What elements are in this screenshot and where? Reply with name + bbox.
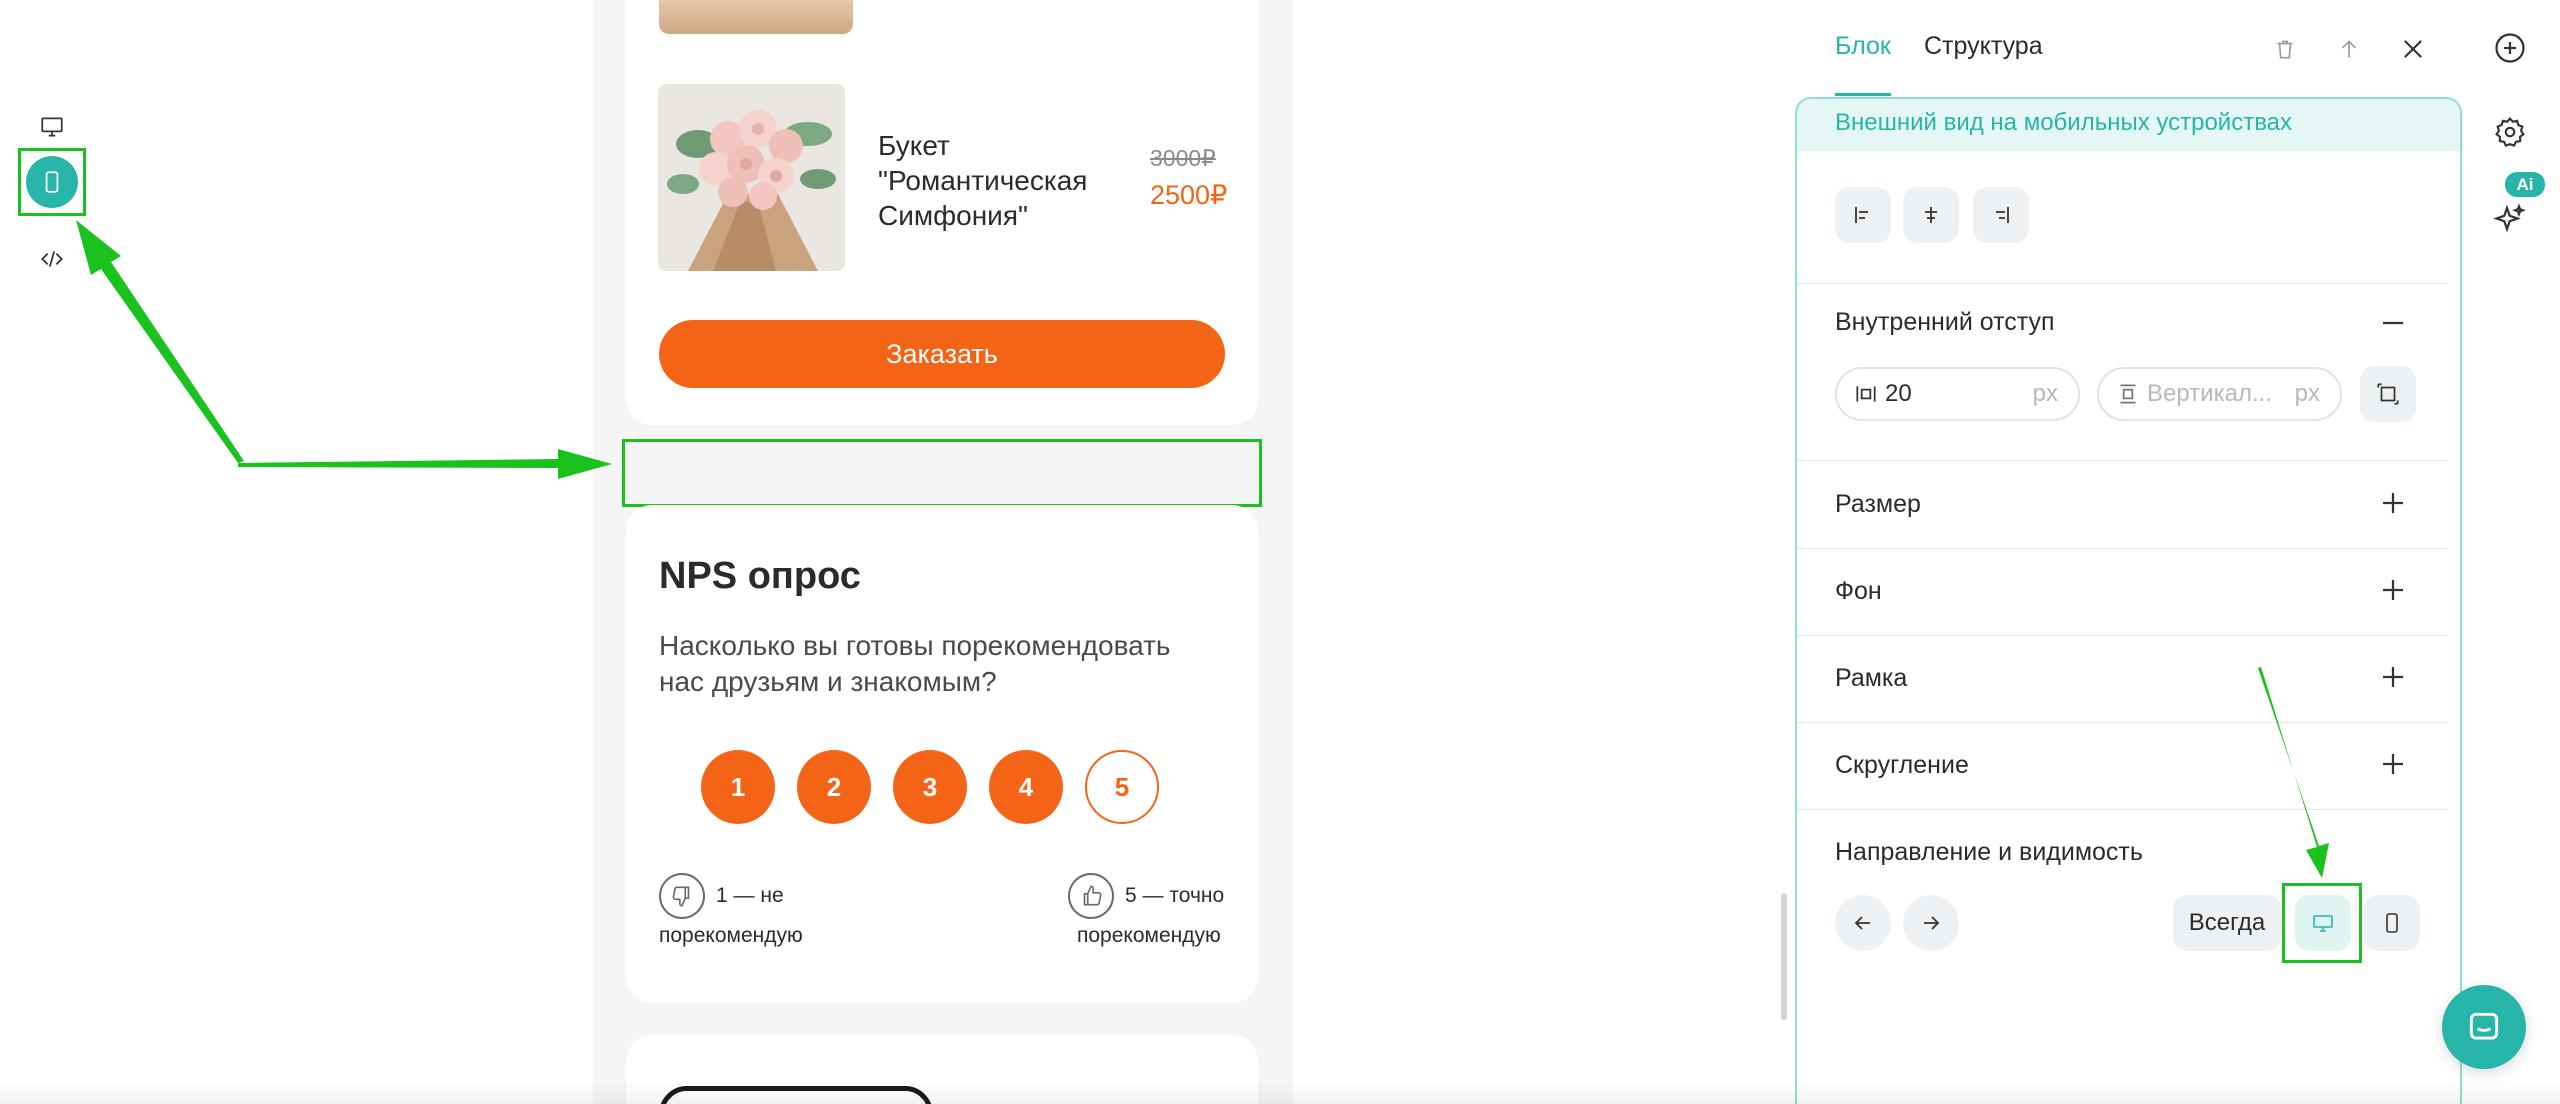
vertical-padding-input[interactable]: Вертикал... px: [2097, 367, 2342, 421]
delete-button[interactable]: [2268, 32, 2302, 66]
vertical-padding-placeholder: Вертикал...: [2147, 380, 2272, 407]
arrow-up-icon: [2341, 40, 2357, 58]
arrow-right-icon: [1924, 916, 1940, 930]
section-size[interactable]: Размер: [1835, 490, 1921, 519]
high-score-label: 5 — точно: [1125, 884, 1225, 907]
direction-right-button[interactable]: [1903, 895, 1959, 951]
plus-icon[interactable]: [2378, 488, 2408, 518]
direction-visibility-label: Направление и видимость: [1835, 838, 2143, 866]
close-panel-button[interactable]: [2396, 32, 2430, 66]
divider: [1797, 548, 2447, 549]
collapse-icon[interactable]: [2378, 308, 2408, 338]
thumbs-down-icon: [659, 873, 705, 919]
visibility-always-button[interactable]: Всегда: [2173, 895, 2281, 951]
align-right-icon: [1996, 207, 2009, 223]
add-block-button[interactable]: [2488, 26, 2532, 70]
nps-score-1[interactable]: 1: [701, 750, 775, 824]
thumbs-up-icon: [1068, 873, 1114, 919]
tab-block[interactable]: Блок: [1835, 32, 1891, 61]
section-background[interactable]: Фон: [1835, 577, 1882, 606]
panel-scrollbar[interactable]: [1781, 893, 1787, 1020]
arrow-to-spacer-block: [238, 449, 612, 479]
padding-mode-button[interactable]: [2360, 366, 2416, 422]
chat-icon: [2469, 1012, 2499, 1040]
nps-score-2[interactable]: 2: [797, 750, 871, 824]
trash-icon: [2277, 40, 2293, 59]
desktop-view-button[interactable]: [31, 106, 73, 148]
nps-title: NPS опрос: [659, 555, 861, 597]
plus-icon[interactable]: [2378, 575, 2408, 605]
active-tab-indicator: [1835, 93, 1891, 96]
align-right-button[interactable]: [1973, 187, 2029, 243]
direction-left-button[interactable]: [1835, 895, 1891, 951]
arrow-to-mobile-view: [76, 220, 244, 463]
close-icon: [2404, 40, 2422, 58]
bouquet-image: [658, 84, 845, 271]
nps-score-4[interactable]: 4: [989, 750, 1063, 824]
align-center-button[interactable]: [1903, 187, 1959, 243]
horizontal-padding-value: 20: [1885, 380, 1912, 407]
divider: [1797, 809, 2447, 810]
ai-badge: Ai: [2505, 172, 2545, 197]
inner-padding-label: Внутренний отступ: [1835, 308, 2055, 336]
bottom-shade: [0, 1080, 2560, 1104]
divider: [1797, 460, 2447, 461]
mobile-view-highlight: [18, 148, 86, 216]
add-circle-icon: [2495, 33, 2525, 63]
align-center-icon: [1925, 207, 1937, 223]
horizontal-padding-input[interactable]: 20 px: [1835, 367, 2080, 421]
vertical-padding-unit: px: [2294, 380, 2320, 407]
code-icon: [41, 251, 63, 267]
move-up-button[interactable]: [2332, 32, 2366, 66]
padding-mode-icon: [2377, 383, 2399, 405]
horizontal-padding-unit: px: [2032, 380, 2058, 407]
divider: [1797, 722, 2447, 723]
tab-structure[interactable]: Структура: [1924, 32, 2043, 61]
nps-score-5[interactable]: 5: [1085, 750, 1159, 824]
gear-icon: [2495, 116, 2525, 147]
nps-score-3[interactable]: 3: [893, 750, 967, 824]
plus-icon[interactable]: [2378, 749, 2408, 779]
sparkles-icon: [2493, 203, 2526, 233]
visibility-mobile-button[interactable]: [2364, 895, 2420, 951]
desktop-visibility-highlight: [2282, 883, 2362, 963]
align-left-icon: [1855, 207, 1868, 223]
vertical-padding-icon: [2120, 384, 2136, 404]
high-score-label-2: порекомендую: [1077, 924, 1221, 947]
section-rounding[interactable]: Скругление: [1835, 751, 1969, 780]
mobile-icon: [2386, 913, 2398, 933]
plus-icon[interactable]: [2378, 662, 2408, 692]
chat-button[interactable]: [2442, 985, 2526, 1069]
low-score-label-2: порекомендую: [659, 924, 803, 947]
horizontal-padding-icon: [1856, 386, 1876, 402]
divider: [1797, 283, 2447, 284]
product-name: Букет "Романтическая Симфония": [878, 130, 1088, 231]
divider: [1797, 635, 2447, 636]
ai-assistant-button[interactable]: [2488, 198, 2532, 242]
arrow-left-icon: [1854, 916, 1870, 930]
order-button[interactable]: Заказать: [659, 320, 1225, 388]
old-price: 3000₽: [1150, 145, 1216, 171]
selected-spacer-block[interactable]: [622, 439, 1262, 507]
desktop-icon: [41, 117, 63, 137]
align-left-button[interactable]: [1835, 187, 1891, 243]
mobile-appearance-banner: Внешний вид на мобильных устройствах: [1797, 99, 2460, 151]
code-view-button[interactable]: [31, 238, 73, 280]
new-price: 2500₽: [1150, 180, 1228, 210]
low-score-label: 1 — не: [716, 884, 784, 907]
product-image-partial: [659, 0, 853, 34]
section-border[interactable]: Рамка: [1835, 664, 1907, 693]
nps-question: Насколько вы готовы порекомендовать нас …: [659, 630, 1171, 697]
settings-button[interactable]: [2488, 110, 2532, 154]
